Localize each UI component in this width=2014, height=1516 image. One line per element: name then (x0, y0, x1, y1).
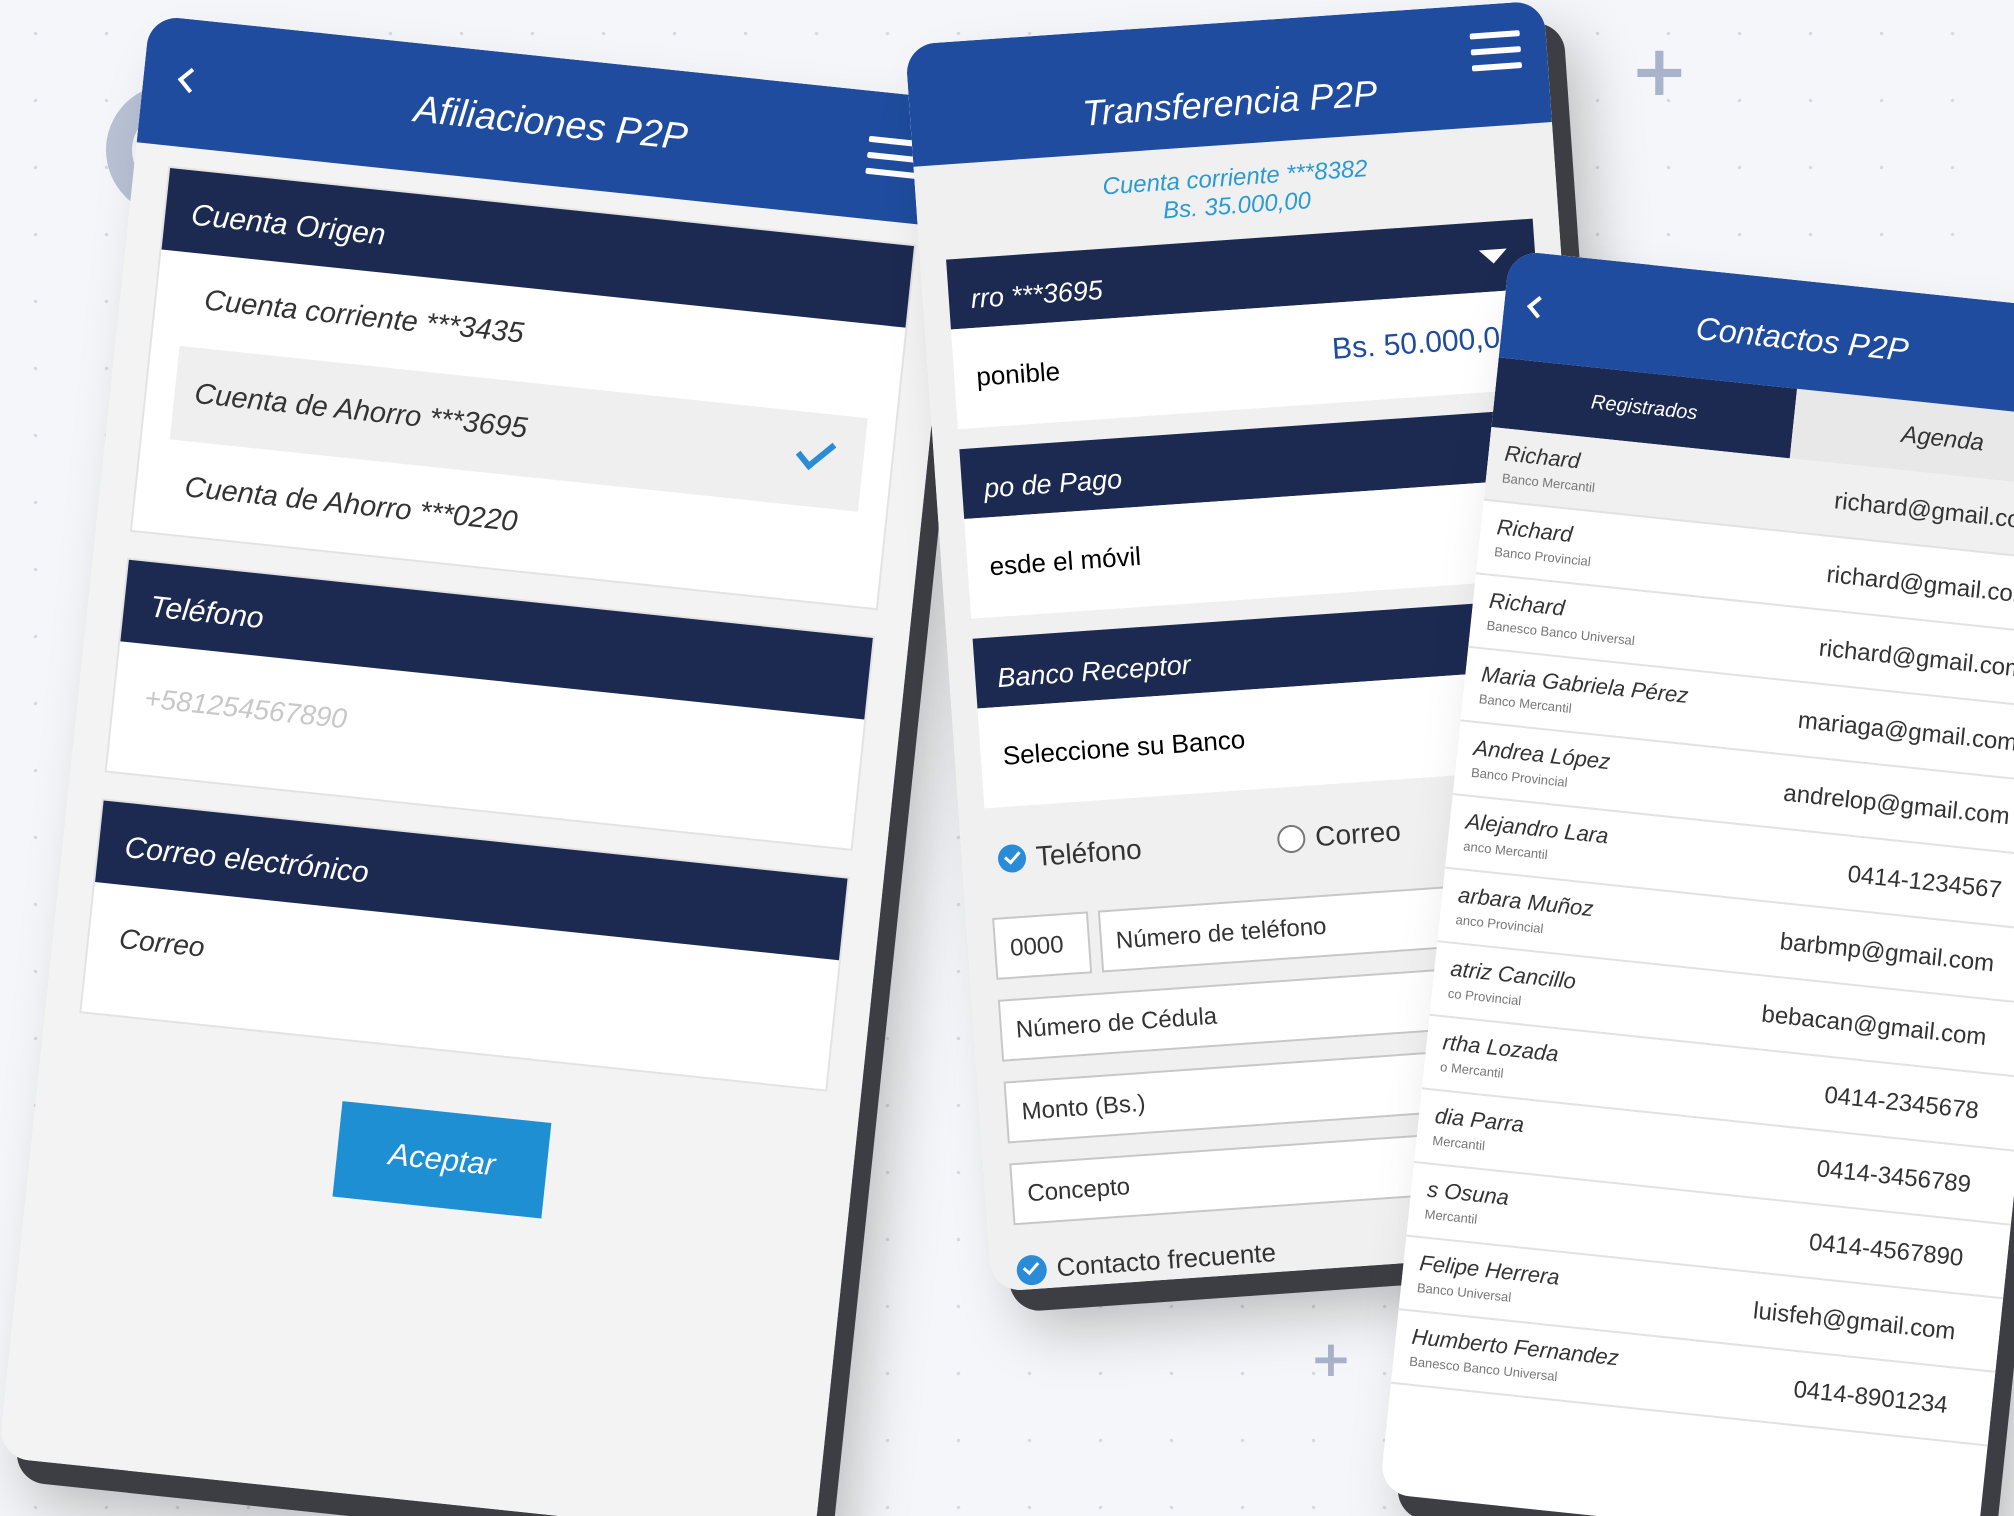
plus-decoration: + (1310, 1330, 1352, 1388)
source-account-label: rro ***3695 (969, 274, 1104, 314)
checkbox-checked-icon (1015, 1253, 1048, 1286)
account-option-label: Cuenta de Ahorro ***3695 (192, 377, 529, 445)
radio-telefono[interactable]: Teléfono (997, 833, 1143, 875)
chevron-down-icon (1478, 248, 1508, 265)
cuenta-origen-card: Cuenta Origen Cuenta corriente ***3435 C… (129, 165, 917, 611)
radio-correo[interactable]: Correo (1276, 815, 1402, 856)
area-code-input[interactable]: 0000 (992, 911, 1093, 980)
accept-button[interactable]: Aceptar (332, 1101, 552, 1219)
banco-value: Seleccione su Banco (1001, 724, 1247, 771)
radio-label: Correo (1314, 815, 1402, 853)
radio-label: Teléfono (1034, 833, 1143, 872)
available-amount: Bs. 50.000,00 (1330, 320, 1518, 366)
correo-card: Correo electrónico Correo (79, 798, 850, 1092)
plus-decoration: + (1630, 30, 1689, 112)
form-panel: Cuenta Origen Cuenta corriente ***3435 C… (0, 142, 953, 1516)
radio-checked-icon (997, 843, 1027, 874)
menu-icon[interactable] (1469, 30, 1523, 81)
tipo-pago-value: esde el móvil (988, 540, 1142, 582)
contact-list: Richard Banco Mercantil richard@gmail.com R… (1390, 427, 2014, 1447)
telefono-card: Teléfono +581254567890 (104, 557, 876, 852)
check-icon (795, 431, 837, 471)
radio-unchecked-icon (1276, 824, 1307, 854)
afiliaciones-screen: Afiliaciones P2P Cuenta Origen Cuenta co… (0, 15, 966, 1516)
available-label: ponible (975, 356, 1062, 392)
